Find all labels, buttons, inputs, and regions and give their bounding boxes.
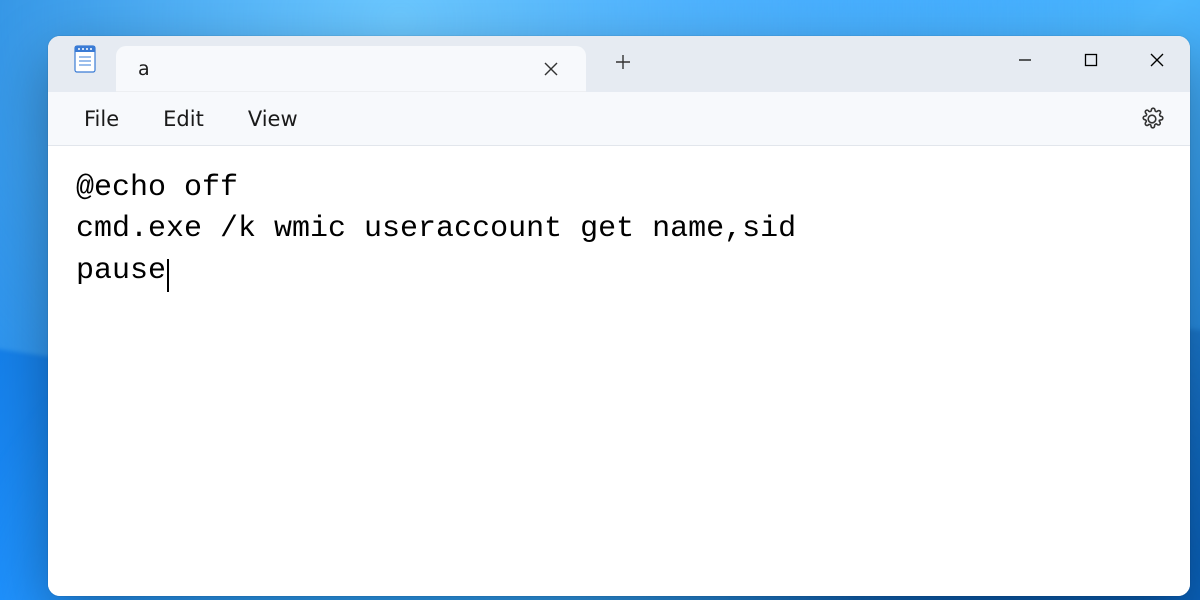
plus-icon [615,54,631,70]
close-icon [544,62,558,76]
window-controls [992,36,1190,84]
minimize-button[interactable] [992,36,1058,84]
maximize-icon [1084,53,1098,67]
maximize-button[interactable] [1058,36,1124,84]
menu-view[interactable]: View [230,99,316,139]
text-editor-area[interactable]: @echo off cmd.exe /k wmic useraccount ge… [48,146,1190,596]
new-tab-button[interactable] [600,39,646,85]
menu-edit[interactable]: Edit [145,99,222,139]
gear-icon [1140,107,1164,131]
tab-close-button[interactable] [534,52,568,86]
window-close-button[interactable] [1124,36,1190,84]
editor-content: @echo off cmd.exe /k wmic useraccount ge… [76,171,796,288]
close-icon [1150,53,1164,67]
tab-title: a [138,58,534,80]
text-cursor [167,259,169,292]
menubar: File Edit View [48,92,1190,146]
notepad-window: a [48,36,1190,596]
menu-file[interactable]: File [66,99,137,139]
titlebar[interactable]: a [48,36,1190,92]
minimize-icon [1018,53,1032,67]
settings-button[interactable] [1132,99,1172,139]
notepad-app-icon [70,41,100,77]
document-tab[interactable]: a [116,46,586,92]
